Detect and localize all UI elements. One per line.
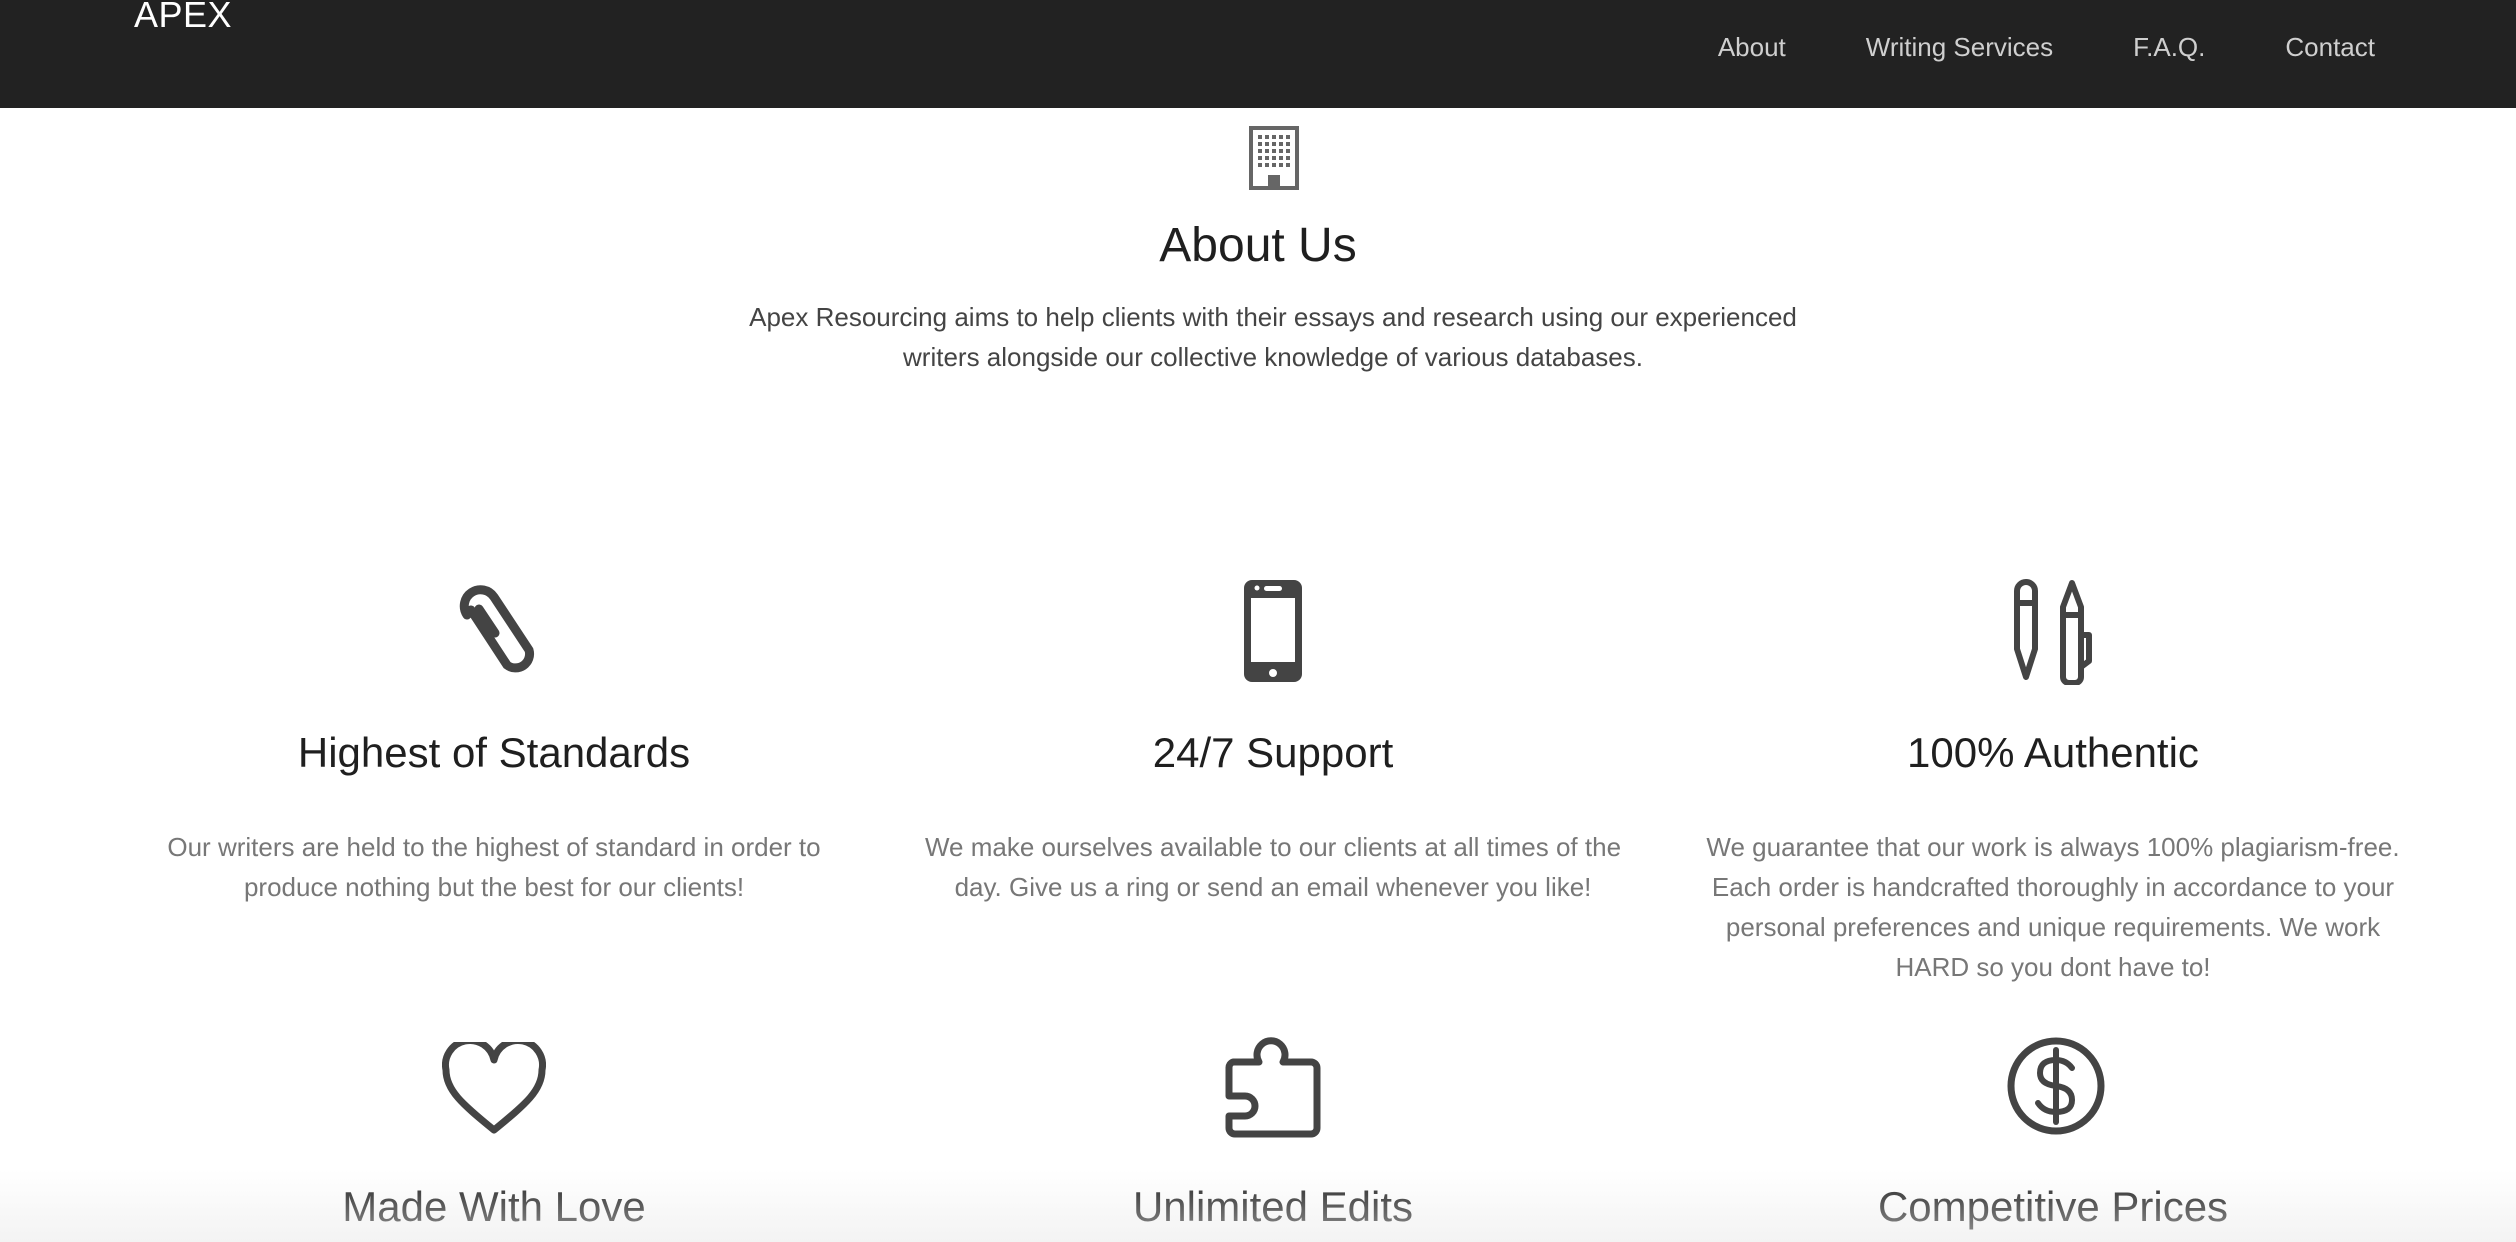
feature-title: Unlimited Edits bbox=[1132, 1183, 1414, 1230]
nav-link-faq[interactable]: F.A.Q. bbox=[2133, 32, 2205, 63]
feature-title: Competitive Prices bbox=[1877, 1183, 2229, 1230]
feature-text: We make ourselves available to our clien… bbox=[924, 832, 1622, 902]
nav-links: About Writing Services F.A.Q. Contact bbox=[1718, 0, 2516, 94]
building-icon bbox=[1249, 126, 1299, 190]
feature-text: We guarantee that our work is always 100… bbox=[1706, 832, 2400, 982]
smartphone-icon bbox=[1244, 580, 1302, 682]
feature-text: Our writers are held to the highest of s… bbox=[167, 832, 821, 902]
paperclip-icon bbox=[459, 585, 535, 673]
puzzle-piece-icon bbox=[1225, 1037, 1321, 1138]
brand-logo[interactable]: APEX bbox=[134, 0, 232, 36]
nav-link-writing-services[interactable]: Writing Services bbox=[1866, 32, 2053, 63]
about-description: Apex Resourcing aims to help clients wit… bbox=[749, 302, 1797, 372]
dollar-icon bbox=[2007, 1037, 2105, 1135]
feature-title: Made With Love bbox=[342, 1183, 646, 1230]
nav-link-about[interactable]: About bbox=[1718, 32, 1786, 63]
feature-title: Highest of Standards bbox=[297, 729, 691, 776]
pencil-pen-icon bbox=[2014, 579, 2092, 685]
feature-title: 100% Authentic bbox=[1907, 729, 2199, 776]
heart-icon bbox=[442, 1042, 546, 1134]
top-navbar: APEX About Writing Services F.A.Q. Conta… bbox=[0, 0, 2516, 108]
feature-title: 24/7 Support bbox=[1152, 729, 1394, 776]
nav-link-contact[interactable]: Contact bbox=[2285, 32, 2375, 63]
about-title: About Us bbox=[1159, 219, 1357, 272]
